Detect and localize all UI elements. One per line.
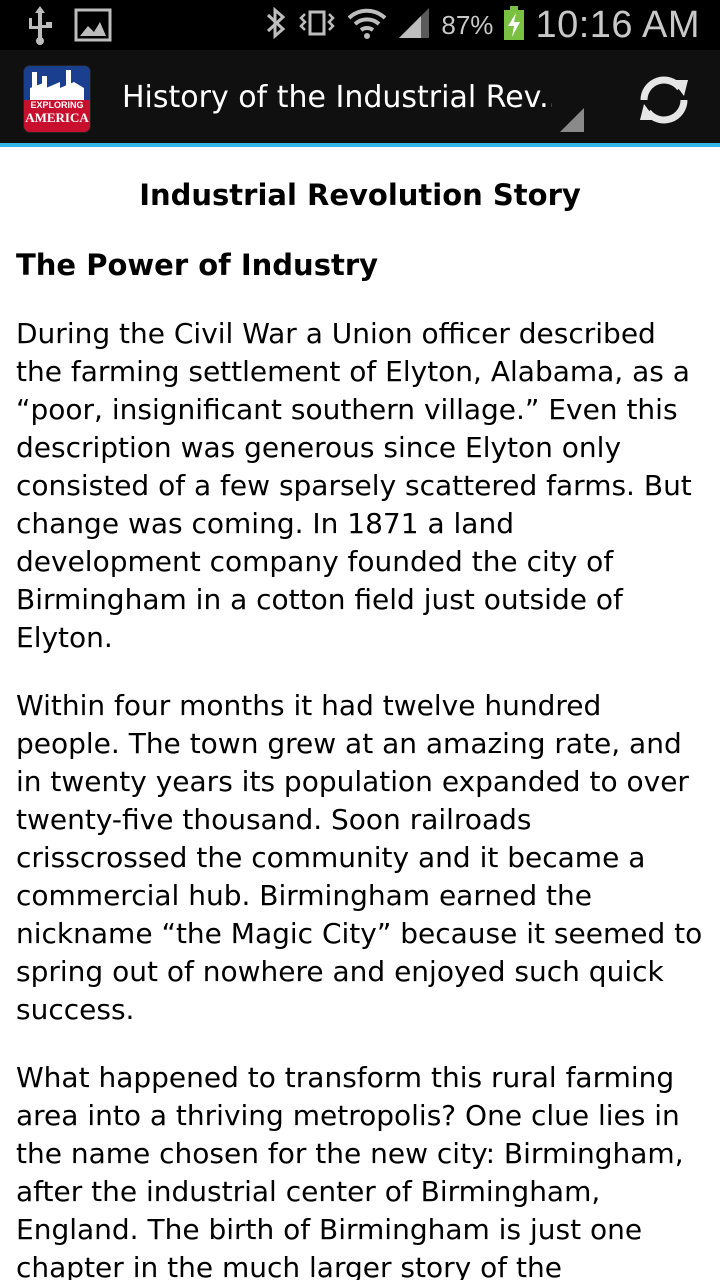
story-title: Industrial Revolution Story bbox=[139, 178, 581, 212]
battery-percent: 87% bbox=[441, 9, 494, 40]
battery-charging-icon bbox=[503, 5, 525, 45]
usb-icon bbox=[24, 6, 56, 45]
page-title[interactable]: History of the Industrial Rev.. bbox=[122, 78, 552, 118]
app-logo-text-top: EXPLORING bbox=[30, 100, 84, 110]
status-bar: 87% 10:16 AM bbox=[0, 0, 720, 50]
image-icon bbox=[74, 6, 112, 42]
section-heading: The Power of Industry bbox=[16, 248, 379, 282]
paragraph: During the Civil War a Union officer des… bbox=[16, 317, 692, 654]
wifi-icon bbox=[347, 6, 387, 44]
status-bar-system: 87% 10:16 AM bbox=[265, 0, 700, 50]
clock: 10:16 AM bbox=[535, 3, 700, 46]
vibrate-icon bbox=[297, 6, 337, 44]
app-logo[interactable]: EXPLORING AMERICA bbox=[24, 66, 90, 132]
action-bar: EXPLORING AMERICA History of the Industr… bbox=[0, 50, 720, 147]
paragraph: What happened to transform this rural fa… bbox=[16, 1061, 684, 1280]
signal-icon bbox=[397, 6, 431, 44]
paragraph: Within four months it had twelve hundred… bbox=[16, 689, 703, 1026]
status-bar-notifications bbox=[24, 6, 112, 45]
dropdown-indicator-icon[interactable] bbox=[560, 108, 584, 132]
app-logo-text-bottom: AMERICA bbox=[25, 110, 89, 125]
refresh-button[interactable] bbox=[634, 70, 694, 130]
bluetooth-icon bbox=[265, 6, 287, 44]
article-content[interactable]: Industrial Revolution Story The Power of… bbox=[0, 147, 720, 1280]
refresh-icon bbox=[640, 76, 688, 124]
factory-icon bbox=[24, 66, 90, 100]
